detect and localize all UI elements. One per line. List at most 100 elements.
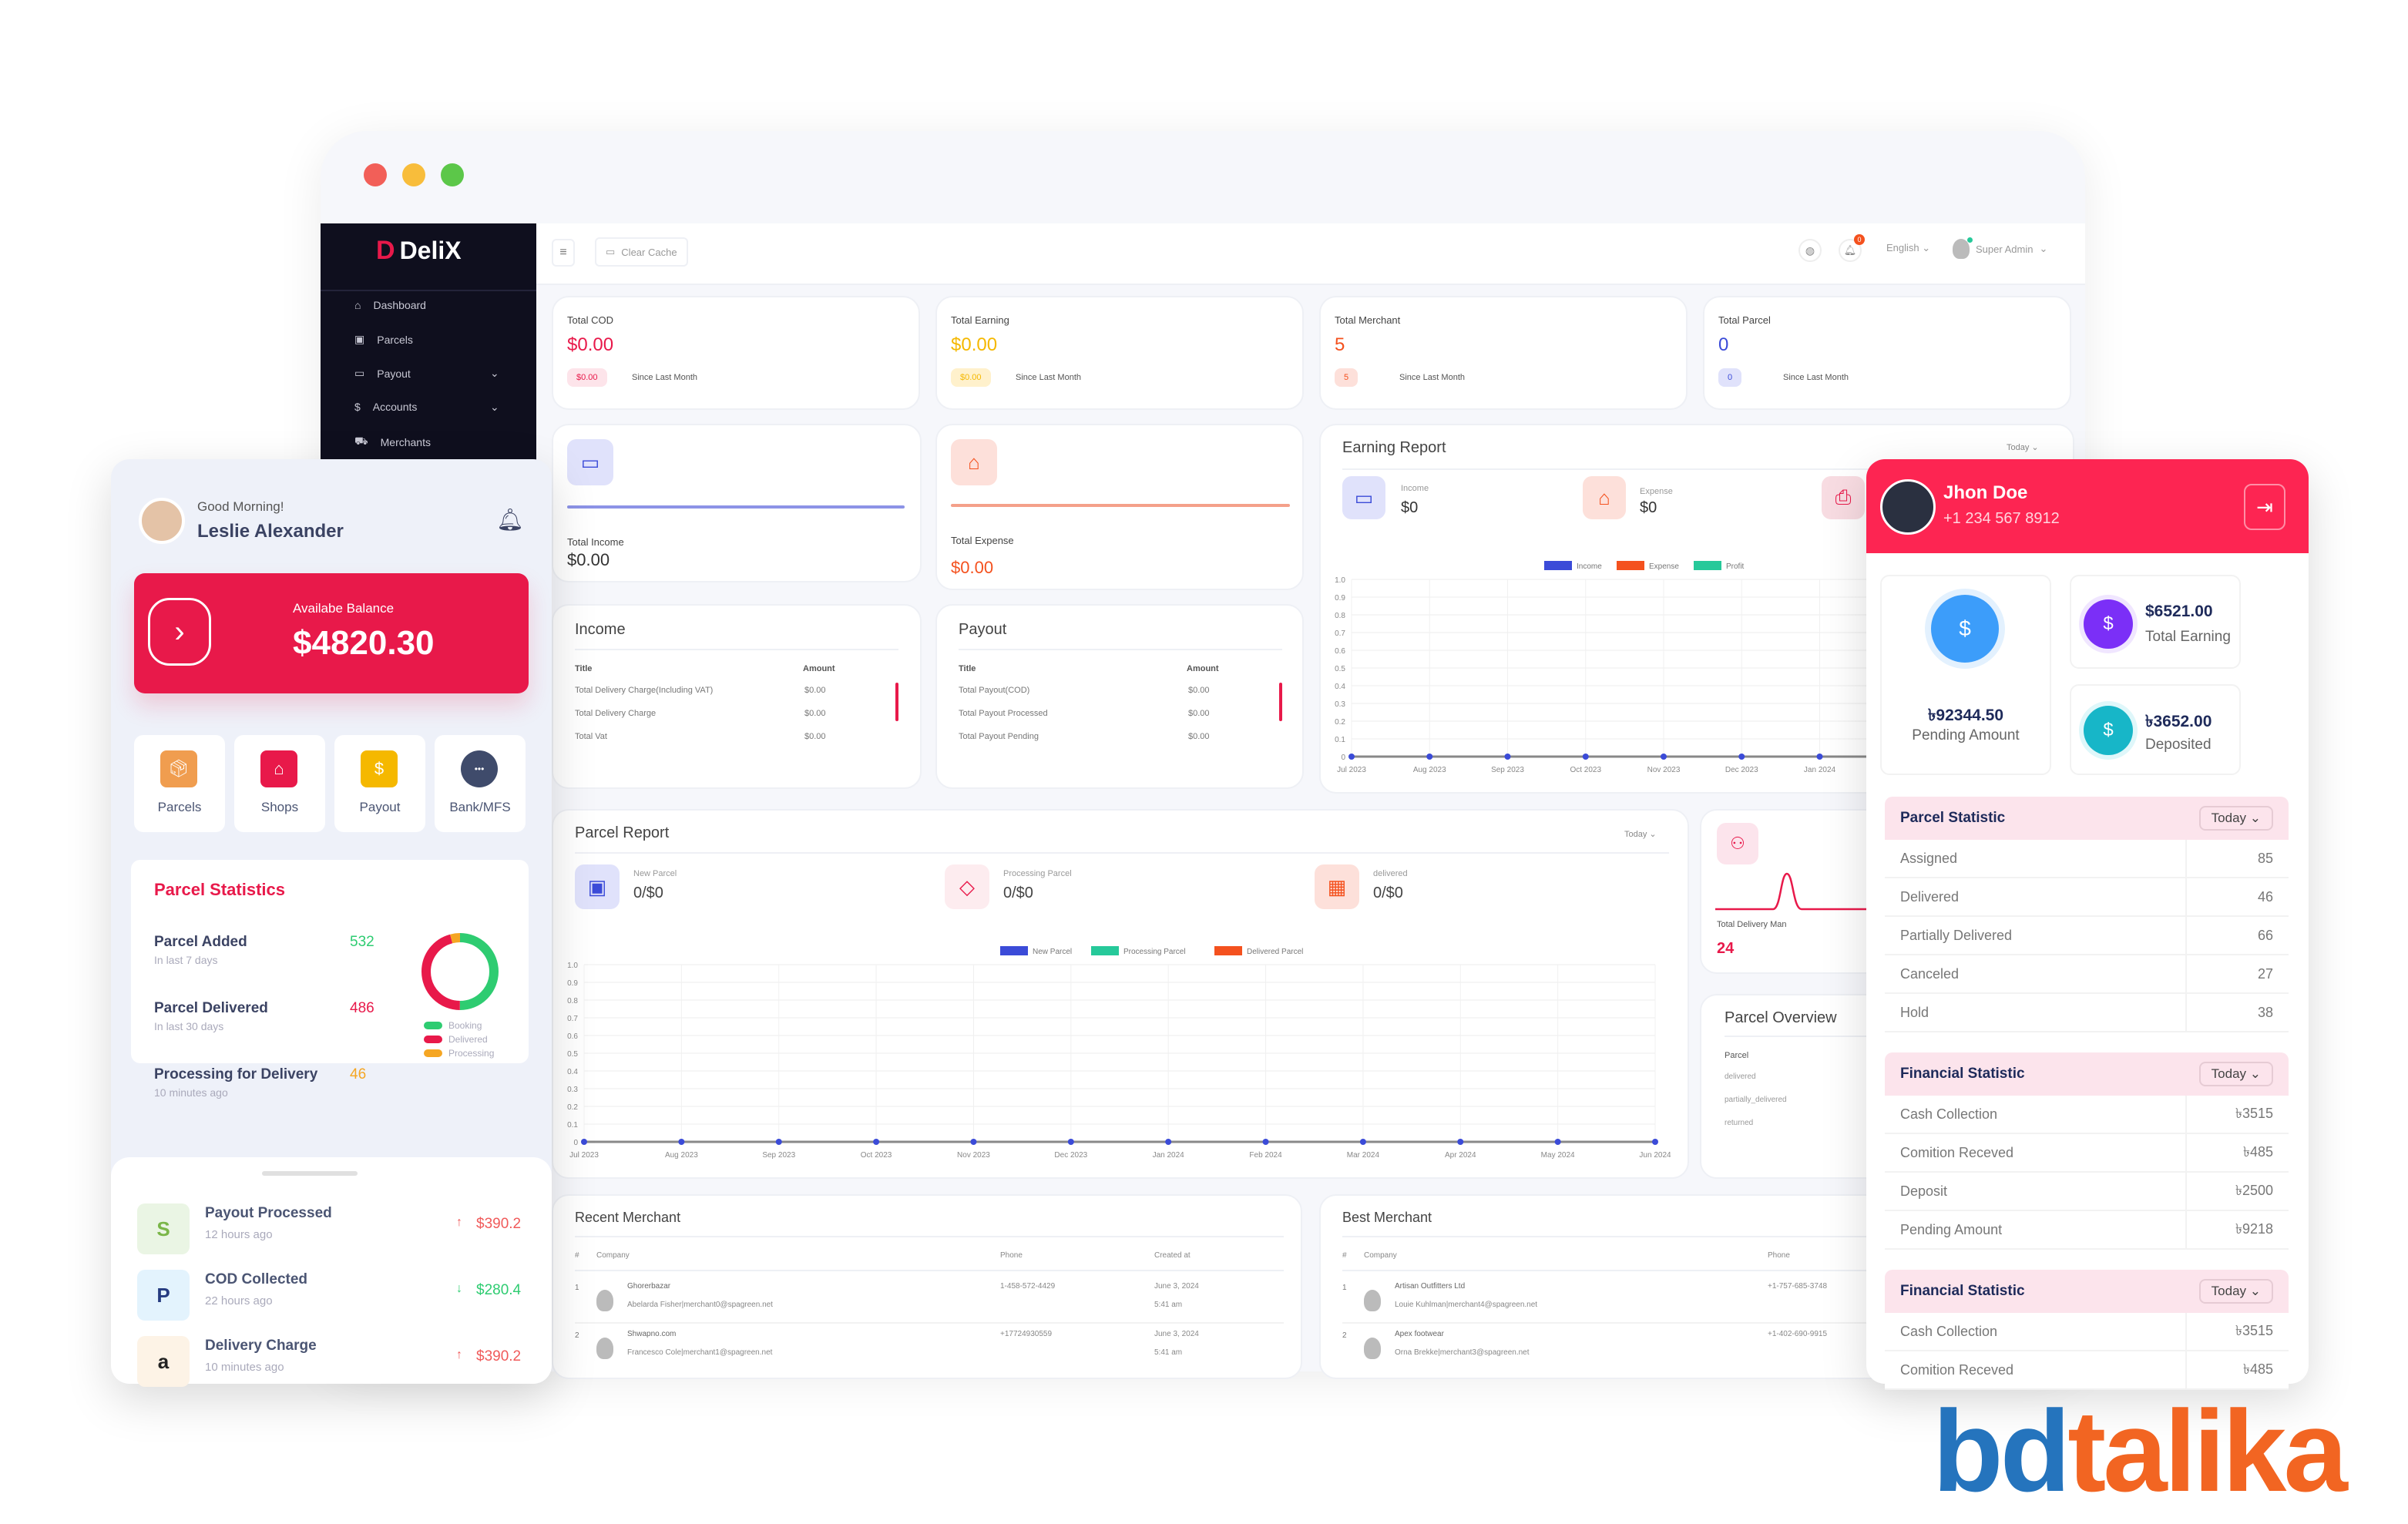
stat-row-label: Comition Receved [1900, 1361, 2014, 1378]
column-header-amount: Amount [803, 664, 835, 673]
data-point [1165, 1139, 1172, 1145]
parcel-icon: ▣ [575, 864, 620, 909]
deposited-value: ৳3652.00 [2145, 713, 2212, 730]
created-date: June 3, 2024 [1154, 1282, 1199, 1291]
stat-row-value: ৳3515 [2235, 1105, 2273, 1121]
company-name: Artisan Outfitters Ltd [1395, 1282, 1466, 1291]
transaction-time: 10 minutes ago [205, 1361, 284, 1374]
globe-button[interactable]: ◍ [1798, 239, 1822, 262]
sidebar-item-parcels[interactable]: ▣ Parcels [354, 333, 413, 346]
transaction-item[interactable]: a Delivery Charge 10 minutes ago ↑ $390.2 [111, 1331, 552, 1393]
table-row[interactable]: 1 Ghorerbazar Abelarda Fisher|merchant0@sp… [553, 1279, 1301, 1324]
financial-statistic-2-header: Financial Statistic Today ⌄ [1885, 1270, 2289, 1313]
legend-item: Delivered [424, 1034, 488, 1045]
payout-table-card: Payout Title Amount Total Payout(COD) $0.… [935, 604, 1304, 789]
shop-icon: ⌂ [260, 750, 297, 787]
stat-value: 532 [350, 934, 374, 950]
stat-row-label: Pending Amount [1900, 1221, 2003, 1237]
menu-toggle-button[interactable]: ≡ [552, 239, 575, 267]
notification-button[interactable]: 🔔︎ 0 [1839, 234, 1865, 262]
data-point [1661, 754, 1667, 760]
sidebar-item-label: Accounts [372, 401, 418, 413]
data-point [1457, 1139, 1464, 1145]
quick-action-shops[interactable]: ⌂ Shops [234, 735, 325, 832]
row-amount: $0.00 [804, 732, 826, 741]
sidebar-item-payout[interactable]: ▭ Payout ⌄ [354, 367, 499, 380]
logout-icon: ⇥ [2256, 495, 2273, 519]
window-close-button[interactable] [364, 163, 387, 186]
building-icon: ▦ [1315, 864, 1359, 909]
period-dropdown[interactable]: Today ⌄ [2198, 1279, 2273, 1304]
sheet-drag-handle[interactable] [262, 1171, 358, 1176]
quick-action-parcels[interactable]: 📦︎ Parcels [134, 735, 225, 832]
quick-action-payout[interactable]: $ Payout [334, 735, 425, 832]
sidebar: D DeliX [321, 223, 536, 462]
row-amount: $0.00 [804, 686, 826, 695]
table-row[interactable]: 2 Shwapno.com Francesco Cole|merchant1@spa… [553, 1327, 1301, 1370]
language-label: English [1886, 242, 1919, 253]
total-earning-value: $6521.00 [2145, 603, 2213, 620]
window-maximize-button[interactable] [441, 163, 464, 186]
income-sparkline [567, 505, 905, 509]
sidebar-item-accounts[interactable]: $ Accounts ⌄ [354, 401, 499, 414]
legend-swatch [1694, 561, 1721, 570]
deposited-card: $ ৳3652.00 Deposited [2070, 684, 2241, 775]
chevron-right-icon[interactable]: › [148, 598, 211, 666]
bell-icon[interactable]: 🔔︎ [496, 507, 524, 532]
x-tick-label: Dec 2023 [1725, 766, 1758, 774]
sidebar-item-dashboard[interactable]: ⌂ Dashboard [354, 299, 426, 311]
user-menu[interactable]: Super Admin ⌄ [1953, 237, 2047, 259]
window-minimize-button[interactable] [402, 163, 425, 186]
clear-cache-button[interactable]: ▭ Clear Cache [595, 237, 688, 267]
paypal-icon: P [137, 1270, 190, 1321]
company-contact: Louie Kuhlman|merchant4@spagreen.net [1395, 1301, 1538, 1309]
legend-label: Booking [448, 1020, 482, 1031]
legend-label: Delivered Parcel [1247, 948, 1303, 956]
arrow-up-icon: ↑ [456, 1216, 462, 1229]
logout-button[interactable]: ⇥ [2244, 484, 2285, 530]
row-number: 2 [1342, 1331, 1347, 1340]
stat-row: Cash Collection ৳3515 [1885, 1313, 2289, 1351]
row-amount: $0.00 [1188, 709, 1210, 718]
stat-row-value: 38 [2257, 1004, 2273, 1020]
stat-row-value: 27 [2257, 965, 2273, 982]
transaction-amount: $390.2 [476, 1348, 522, 1365]
card-title: Payout [959, 621, 1007, 638]
section-title: Financial Statistic [1900, 1283, 2025, 1299]
y-tick-label: 0.6 [567, 1032, 578, 1041]
user-name: Leslie Alexander [197, 521, 344, 542]
stat-row: Comition Receved ৳485 [1885, 1351, 2289, 1390]
transaction-item[interactable]: S Payout Processed 12 hours ago ↑ $390.2 [111, 1199, 552, 1260]
more-icon: ••• [461, 750, 498, 787]
period-select[interactable]: Today ⌄ [1624, 829, 1657, 839]
logo[interactable]: D DeliX [376, 236, 462, 266]
language-select[interactable]: English ⌄ [1886, 242, 1930, 254]
quick-action-bank-mfs[interactable]: ••• Bank/MFS [435, 735, 526, 832]
report-item-value: 0/$0 [633, 885, 663, 901]
avatar[interactable] [1880, 479, 1936, 535]
sidebar-item-merchants[interactable]: ⛟ Merchants [354, 435, 431, 449]
transaction-item[interactable]: P COD Collected 22 hours ago ↓ $280.4 [111, 1265, 552, 1327]
legend-swatch [424, 1036, 442, 1043]
stat-title: Total COD [567, 314, 613, 326]
y-tick-label: 0.3 [1335, 700, 1345, 709]
period-select[interactable]: Today ⌄ [2007, 442, 2039, 452]
scrollbar-thumb[interactable] [895, 683, 898, 721]
balance-card[interactable]: › Availabe Balance $4820.30 [134, 573, 529, 693]
period-dropdown[interactable]: Today ⌄ [2198, 806, 2273, 831]
avatar[interactable] [139, 498, 185, 544]
expense-value: $0 [1640, 499, 1657, 516]
topbar: ≡ ▭ Clear Cache ◍ 🔔︎ 0 English ⌄ Super Ad… [536, 223, 2085, 285]
parcel-donut-chart [421, 933, 499, 1010]
tag-icon: ◇ [945, 864, 989, 909]
y-tick-label: 0.4 [567, 1068, 578, 1076]
logo-icon: D [376, 236, 395, 265]
scrollbar-thumb[interactable] [1279, 683, 1282, 721]
stat-row-value: 46 [2257, 888, 2273, 905]
stat-row-label: Canceled [1900, 965, 1960, 982]
parcel-statistic-header: Parcel Statistic Today ⌄ [1885, 797, 2289, 840]
y-tick-label: 0.1 [1335, 736, 1345, 744]
row-amount: $0.00 [804, 709, 826, 718]
transaction-title: Delivery Charge [205, 1338, 317, 1354]
period-dropdown[interactable]: Today ⌄ [2198, 1062, 2273, 1086]
